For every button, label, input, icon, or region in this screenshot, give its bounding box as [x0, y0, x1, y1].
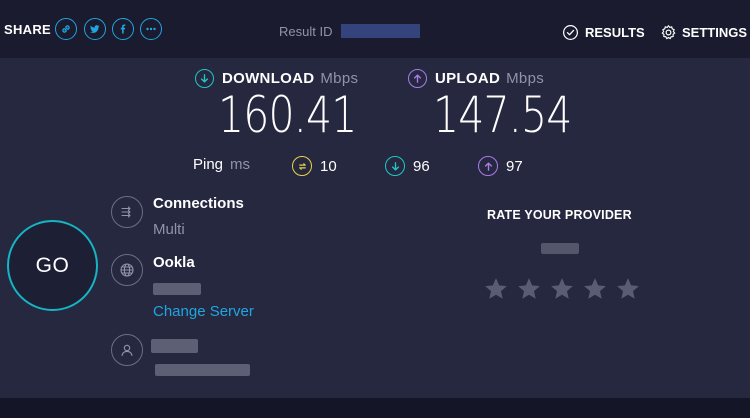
settings-label: SETTINGS	[682, 25, 748, 40]
share-facebook-button[interactable]	[112, 18, 134, 40]
connections-icon[interactable]	[111, 196, 143, 228]
server-title: Ookla	[153, 254, 195, 271]
change-server-link[interactable]: Change Server	[153, 303, 254, 320]
ping-idle: 10	[292, 156, 337, 176]
globe-icon	[111, 254, 143, 286]
ping-unit: ms	[230, 156, 251, 173]
upload-value: 147.54	[433, 86, 572, 144]
results-link[interactable]: RESULTS	[562, 24, 645, 41]
star-icon[interactable]	[483, 276, 509, 302]
facebook-icon	[120, 24, 126, 34]
share-more-button[interactable]	[140, 18, 162, 40]
go-label: GO	[35, 253, 70, 277]
user-icon	[111, 334, 143, 366]
ping-label: Ping	[193, 156, 224, 173]
user-isp-redacted	[155, 364, 250, 376]
link-icon	[62, 25, 70, 33]
connections-title: Connections	[153, 195, 244, 212]
ping-upload-icon	[478, 156, 498, 176]
ping-download-value: 96	[413, 157, 430, 175]
rating-stars	[483, 276, 641, 302]
download-unit: Mbps	[320, 70, 359, 87]
ping-download: 96	[385, 156, 430, 176]
go-button[interactable]: GO	[7, 220, 98, 311]
share-link-button[interactable]	[55, 18, 77, 40]
share-twitter-button[interactable]	[84, 18, 106, 40]
results-label: RESULTS	[585, 25, 645, 40]
upload-arrow-icon	[408, 69, 427, 88]
ping-label-group: Ping ms	[193, 156, 250, 173]
star-icon[interactable]	[549, 276, 575, 302]
download-value: 160.41	[218, 86, 357, 144]
download-label: DOWNLOAD	[222, 70, 315, 87]
twitter-icon	[90, 25, 100, 33]
upload-label: UPLOAD	[435, 70, 501, 87]
ping-idle-icon	[292, 156, 312, 176]
ping-idle-value: 10	[320, 157, 337, 175]
star-icon[interactable]	[516, 276, 542, 302]
star-icon[interactable]	[582, 276, 608, 302]
share-label: SHARE	[4, 22, 52, 37]
user-name-redacted	[151, 339, 198, 353]
upload-unit: Mbps	[506, 70, 545, 87]
ping-upload-value: 97	[506, 157, 523, 175]
server-location-redacted	[153, 283, 201, 295]
provider-name-redacted	[541, 243, 579, 254]
bottom-bar	[0, 398, 750, 418]
connections-value[interactable]: Multi	[153, 221, 185, 238]
ping-upload: 97	[478, 156, 523, 176]
rate-provider-title: RATE YOUR PROVIDER	[487, 208, 632, 222]
more-icon	[146, 27, 156, 31]
result-id-label: Result ID	[279, 24, 333, 39]
result-id-value-redacted[interactable]	[341, 24, 420, 38]
check-circle-icon	[562, 24, 579, 41]
gear-icon	[661, 25, 676, 40]
star-icon[interactable]	[615, 276, 641, 302]
ping-download-icon	[385, 156, 405, 176]
download-arrow-icon	[195, 69, 214, 88]
top-bar: SHARE Result ID RESULTS SETTINGS	[0, 0, 750, 58]
settings-link[interactable]: SETTINGS	[660, 24, 747, 41]
